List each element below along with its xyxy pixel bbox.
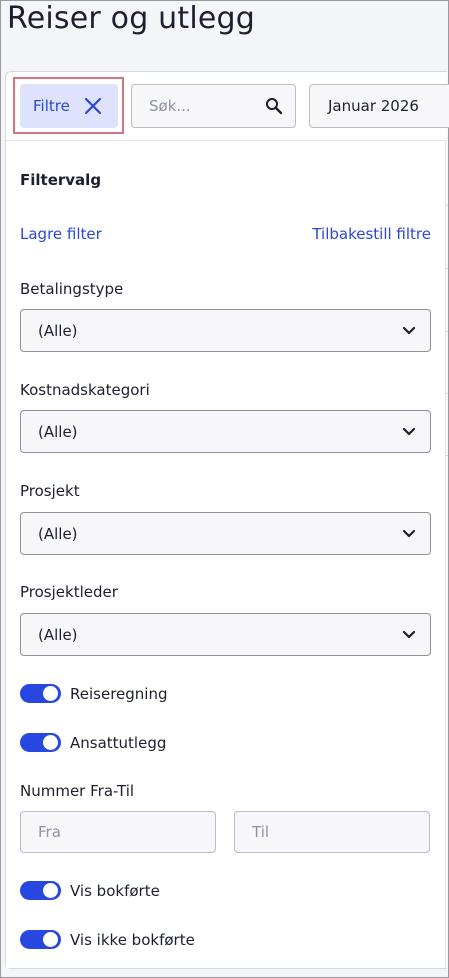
payment-type-label: Betalingstype xyxy=(20,280,124,298)
employee-expense-toggle-row: Ansattutlegg xyxy=(20,733,166,752)
cost-category-label: Kostnadskategori xyxy=(20,381,150,399)
period-select[interactable]: Januar 2026 xyxy=(309,84,449,128)
filter-toggle-button[interactable]: Filtre xyxy=(20,84,118,128)
show-posted-toggle[interactable] xyxy=(20,881,61,900)
travel-claim-toggle-row: Reiseregning xyxy=(20,684,167,703)
travel-claim-toggle[interactable] xyxy=(20,684,61,703)
reset-filters-link[interactable]: Tilbakestill filtre xyxy=(312,225,431,243)
close-icon[interactable] xyxy=(84,97,102,115)
row-divider xyxy=(445,268,448,269)
page-title: Reiser og utlegg xyxy=(7,1,256,36)
chevron-down-icon xyxy=(402,630,416,639)
row-divider xyxy=(445,205,448,206)
toggle-label: Ansattutlegg xyxy=(70,733,167,752)
select-value: (Alle) xyxy=(38,422,78,441)
project-manager-label: Prosjektleder xyxy=(20,583,118,601)
number-range-label: Nummer Fra-Til xyxy=(20,782,135,800)
employee-expense-toggle[interactable] xyxy=(20,733,61,752)
select-value: (Alle) xyxy=(38,321,78,340)
show-posted-toggle-row: Vis bokførte xyxy=(20,881,160,900)
select-value: (Alle) xyxy=(38,524,78,543)
chevron-down-icon xyxy=(402,427,416,436)
to-placeholder: Til xyxy=(252,823,270,841)
period-value: Januar 2026 xyxy=(328,97,419,115)
show-unposted-toggle[interactable] xyxy=(20,930,61,949)
show-unposted-toggle-row: Vis ikke bokførte xyxy=(20,930,195,949)
filter-heading: Filtervalg xyxy=(20,171,102,189)
from-placeholder: Fra xyxy=(38,823,61,841)
toggle-label: Vis bokførte xyxy=(70,881,160,900)
project-select[interactable]: (Alle) xyxy=(20,512,431,555)
toggle-label: Vis ikke bokførte xyxy=(70,930,195,949)
toggle-label: Reiseregning xyxy=(70,684,168,703)
search-icon[interactable] xyxy=(265,97,283,115)
number-to-input[interactable]: Til xyxy=(234,811,430,853)
row-divider xyxy=(445,331,448,332)
project-label: Prosjekt xyxy=(20,482,80,500)
row-divider xyxy=(445,455,448,456)
project-manager-select[interactable]: (Alle) xyxy=(20,613,431,656)
save-filter-link[interactable]: Lagre filter xyxy=(20,225,102,243)
number-from-input[interactable]: Fra xyxy=(20,811,216,853)
chevron-down-icon xyxy=(402,326,416,335)
payment-type-select[interactable]: (Alle) xyxy=(20,309,431,352)
select-value: (Alle) xyxy=(38,625,78,644)
search-placeholder: Søk... xyxy=(149,97,191,115)
search-input[interactable]: Søk... xyxy=(131,84,296,128)
row-divider xyxy=(445,393,448,394)
filter-button-label: Filtre xyxy=(33,97,70,115)
chevron-down-icon xyxy=(402,529,416,538)
cost-category-select[interactable]: (Alle) xyxy=(20,410,431,453)
